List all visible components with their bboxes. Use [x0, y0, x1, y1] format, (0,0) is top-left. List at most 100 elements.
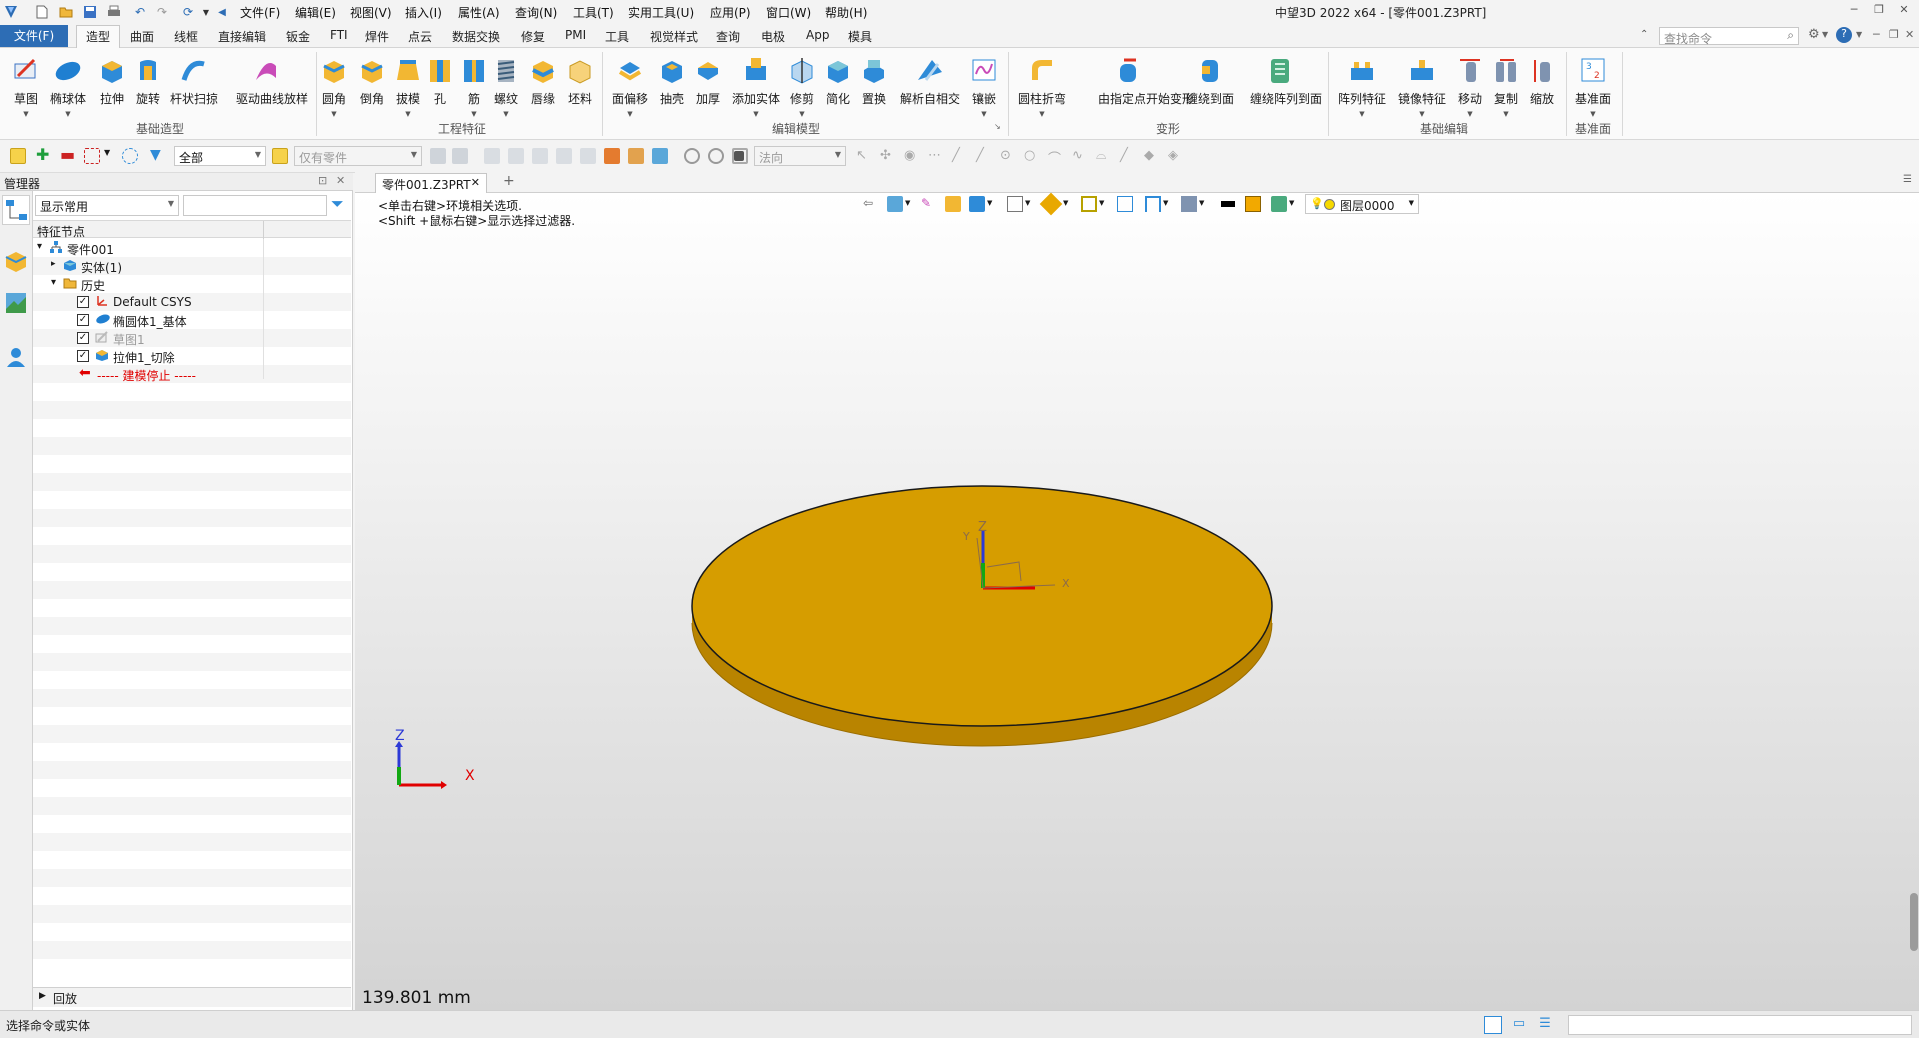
menu-tools[interactable]: 工具(T) [573, 4, 614, 21]
tab-app[interactable]: App [806, 28, 829, 42]
menu-apps[interactable]: 应用(P) [710, 4, 751, 21]
expand-arrow-icon[interactable]: ▸ [51, 259, 56, 269]
only-parts-select[interactable]: 仅有零件 ▼ [294, 146, 422, 166]
menu-window[interactable]: 窗口(W) [766, 4, 811, 21]
pattern-feature-dropdown-icon[interactable]: ▼ [1340, 110, 1384, 118]
collapse-arrow-icon[interactable]: ▾ [51, 277, 56, 288]
doc-close-icon[interactable]: ✕ [1905, 28, 1914, 41]
new-tab-icon[interactable]: + [503, 173, 515, 189]
tab-wireframe[interactable]: 线框 [174, 28, 198, 45]
close-icon[interactable]: ✕ [1894, 3, 1914, 19]
collapse-ribbon-icon[interactable]: ⌃ [1640, 29, 1648, 40]
menu-edit[interactable]: 编辑(E) [295, 4, 336, 21]
visibility-checkbox[interactable]: ✓ [77, 332, 89, 344]
assembly-icon[interactable] [628, 148, 644, 164]
curve-snap-icon[interactable]: ∿ [1072, 148, 1088, 164]
group-expand-icon[interactable]: ↘ [994, 122, 1001, 131]
tab-sheet-metal[interactable]: 钣金 [286, 28, 310, 45]
tangent-snap-icon[interactable]: ⌓ [1096, 148, 1112, 164]
filter-scope-select[interactable]: 全部 ▼ [174, 146, 266, 166]
layer-state-icon[interactable] [1271, 196, 1287, 212]
tree-row-extrude-cut[interactable]: ✓ 拉伸1_切除 [33, 347, 351, 365]
close-panel-icon[interactable]: ✕ [336, 174, 345, 187]
status-list-icon[interactable]: ☰ [1536, 1016, 1554, 1034]
box-select-dropdown-icon[interactable]: ▼ [104, 148, 114, 164]
filter-icon[interactable]: ▼ [150, 148, 166, 164]
3d-viewport[interactable]: Z Y X ⇦ ▼ ✎ ▼ ▼ ▼ ▼ ▼ ▼ ▼ 💡 图层0000 ▼ Z X [355, 192, 1919, 1010]
collapse-arrow-icon[interactable]: ▾ [37, 241, 42, 252]
snap-icon[interactable] [430, 148, 446, 164]
settings-gear-icon[interactable]: ⚙ [1808, 27, 1820, 42]
tab-direct-edit[interactable]: 直接编辑 [218, 28, 266, 45]
tab-repair[interactable]: 修复 [521, 28, 545, 45]
command-search-input[interactable]: 查找命令 ⌕ [1659, 27, 1799, 46]
cursor-icon[interactable]: ↖ [856, 148, 872, 164]
pin-icon[interactable] [580, 148, 596, 164]
body-snap-icon[interactable]: ◈ [1168, 148, 1184, 164]
menu-help[interactable]: 帮助(H) [825, 4, 867, 21]
visibility-checkbox[interactable]: ✓ [77, 350, 89, 362]
user-tab-icon[interactable] [4, 345, 28, 369]
menu-attribute[interactable]: 属性(A) [458, 4, 500, 21]
add-select-icon[interactable]: ✚ [36, 147, 52, 164]
circle-snap-icon[interactable]: ○ [1024, 148, 1040, 164]
wireframe-dropdown-icon[interactable]: ▼ [1025, 199, 1030, 207]
minimize-icon[interactable]: ─ [1844, 3, 1864, 19]
resolve-self-intersect-button[interactable]: 解析自相交 [900, 52, 960, 134]
customize-dropdown-icon[interactable]: ▼ [200, 3, 212, 21]
edge-snap-icon[interactable]: ╱ [976, 148, 992, 164]
status-screen-icon[interactable]: ▭ [1510, 1016, 1528, 1034]
doc-minimize-icon[interactable]: ─ [1873, 28, 1880, 41]
arc-snap-icon[interactable]: ⌒ [1048, 148, 1064, 167]
tab-query[interactable]: 查询 [716, 28, 740, 45]
tab-fti[interactable]: FTI [330, 28, 348, 42]
tree-filter-icon[interactable]: ⏷ [331, 195, 349, 215]
view-back-icon[interactable]: ⇦ [863, 196, 879, 212]
doc-restore-icon[interactable]: ❐ [1889, 28, 1899, 41]
component-icon[interactable] [652, 148, 668, 164]
settings-dropdown-icon[interactable]: ▼ [1822, 30, 1828, 39]
grid-snap-icon[interactable]: ⋯ [928, 148, 944, 164]
history-tree-tab-icon[interactable] [2, 195, 30, 225]
lasso-select-icon[interactable] [122, 148, 138, 164]
wrap-pattern-to-face-button[interactable]: 缠绕阵列到面 [1250, 52, 1322, 134]
new-file-icon[interactable] [34, 3, 50, 21]
menu-query[interactable]: 查询(N) [515, 4, 557, 21]
normal-direction-select[interactable]: 法向 ▼ [754, 146, 846, 166]
display-mode-dropdown-icon[interactable]: ▼ [987, 199, 992, 207]
menu-utilities[interactable]: 实用工具(U) [628, 4, 694, 21]
hierarchy-icon[interactable] [1181, 196, 1197, 212]
tree-row-solids[interactable]: ▸ 实体(1) [33, 257, 351, 275]
dimension-dropdown-icon[interactable]: ▼ [1163, 199, 1168, 207]
refresh-icon[interactable]: ⟳ [180, 3, 196, 21]
render-icon[interactable] [1081, 196, 1097, 212]
ellipsoid-dropdown-icon[interactable]: ▼ [46, 110, 90, 118]
layer-select[interactable]: 💡 图层0000 ▼ [1305, 194, 1419, 214]
point-snap-icon[interactable]: ✣ [880, 148, 896, 164]
cylinder-bend-button[interactable]: 圆柱折弯 ▼ [1018, 52, 1066, 134]
align-center-icon[interactable] [508, 148, 524, 164]
pin-panel-icon[interactable]: ⊡ [318, 174, 327, 187]
remove-select-icon[interactable]: ▬ [60, 147, 76, 164]
box-select-icon[interactable] [84, 148, 100, 164]
pattern-feature-button[interactable]: 阵列特征 ▼ [1338, 52, 1386, 134]
layer-state-dropdown-icon[interactable]: ▼ [1289, 199, 1294, 207]
extend-snap-icon[interactable]: ╱ [1120, 148, 1136, 164]
dimension-icon[interactable] [1145, 196, 1161, 212]
visibility-checkbox[interactable]: ✓ [77, 296, 89, 308]
section-dropdown-icon[interactable]: ▼ [1063, 199, 1068, 207]
open-file-icon[interactable] [58, 3, 74, 21]
add-solid-dropdown-icon[interactable]: ▼ [734, 110, 778, 118]
tab-visual-style[interactable]: 视觉样式 [650, 28, 698, 45]
scale-button[interactable]: 缩放 [1520, 52, 1564, 134]
thicken-button[interactable]: 加厚 [686, 52, 730, 134]
document-tab[interactable]: 零件001.Z3PRT ✕ [375, 173, 487, 193]
display-filter-select[interactable]: 显示常用 ▼ [35, 195, 179, 216]
line-snap-icon[interactable]: ╱ [952, 148, 968, 164]
center-snap-icon[interactable]: ◉ [904, 148, 920, 164]
select-arrow-icon[interactable] [10, 148, 26, 164]
tree-search-input[interactable] [183, 195, 327, 216]
zoom-fit-icon[interactable] [1117, 196, 1133, 212]
pencil-icon[interactable]: ✎ [921, 196, 937, 212]
wireframe-cube-icon[interactable] [1007, 196, 1023, 212]
